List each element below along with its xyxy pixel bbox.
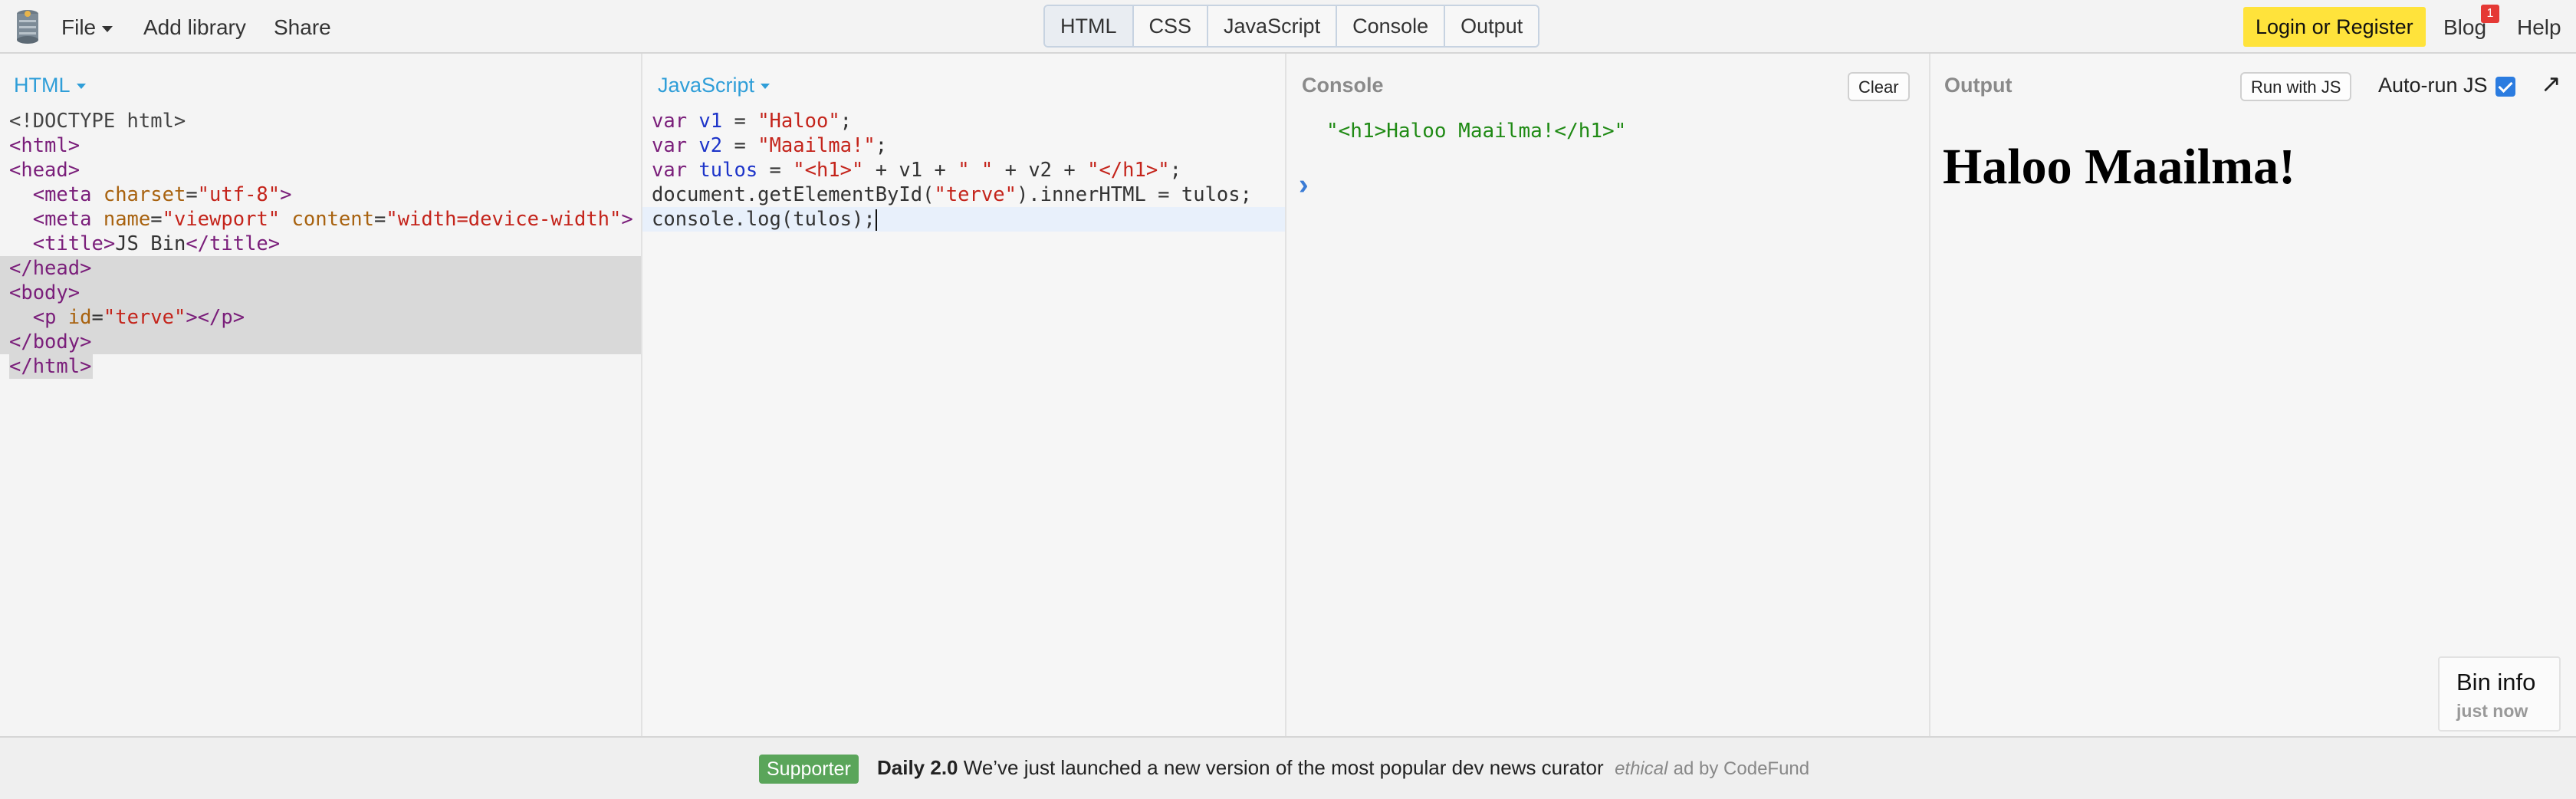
rendered-heading: Haloo Maailma! [1943,139,2296,195]
tab-javascript[interactable]: JavaScript [1208,6,1338,46]
help-link[interactable]: Help [2517,0,2561,54]
code-line: document.getElementById("terve").innerHT… [652,183,1252,206]
top-bar: File Add library Share HTML CSS JavaScri… [0,0,2576,54]
chevron-down-icon [76,84,86,90]
code-line: var v1 = "Haloo"; [652,110,853,133]
share-menu[interactable]: Share [274,0,331,54]
javascript-panel: JavaScript var v1 = "Haloo"; var v2 = "M… [642,54,1286,736]
console-prompt-icon[interactable]: › [1299,169,1309,202]
bin-info-time: just now [2456,701,2528,721]
code-line: </html> [9,354,94,379]
code-line: <title>JS Bin</title> [32,232,281,255]
javascript-code-editor[interactable]: var v1 = "Haloo"; var v2 = "Maailma!"; v… [642,109,1285,232]
autorun-checkbox[interactable] [2495,76,2515,97]
add-library-menu[interactable]: Add library [143,0,246,54]
output-panel-label: Output [1944,74,2013,97]
html-code-editor[interactable]: <!DOCTYPE html> <html> <head> <meta char… [0,109,641,379]
ad-body: We’ve just launched a new version of the… [963,756,1604,779]
chevron-down-icon [761,84,770,90]
code-line: <meta charset="utf-8"> [32,183,292,206]
run-with-js-button[interactable]: Run with JS [2240,72,2352,101]
supporter-badge[interactable]: Supporter [759,755,859,784]
jsbin-logo-icon[interactable] [12,8,43,46]
tab-html[interactable]: HTML [1045,6,1134,46]
code-line: <!DOCTYPE html> [9,110,186,133]
tab-css[interactable]: CSS [1133,6,1209,46]
bin-info-card[interactable]: Bin info just now [2438,656,2561,732]
code-line: <p id="terve"></p> [0,305,641,330]
code-line: </body> [0,330,641,354]
tab-output[interactable]: Output [1445,6,1539,46]
popout-arrow-icon[interactable]: ↗ [2541,69,2561,98]
code-line: <html> [9,134,80,157]
javascript-panel-label: JavaScript [658,74,755,97]
console-panel-label: Console [1302,74,1384,97]
ethical-label: ethical [1615,758,1668,779]
ad-by-label: ad by CodeFund [1673,758,1810,779]
console-panel: Console Clear "<h1>Haloo Maailma!</h1>" … [1286,54,1930,736]
text-cursor [875,209,877,231]
login-register-button[interactable]: Login or Register [2243,7,2426,47]
html-panel: HTML <!DOCTYPE html> <html> <head> <meta… [0,54,642,736]
code-line: <head> [9,159,80,182]
ad-text[interactable]: Daily 2.0 We’ve just launched a new vers… [877,756,1809,780]
code-line: var tulos = "<h1>" + v1 + " " + v2 + "</… [652,159,1181,182]
code-line: <body> [0,281,641,305]
clear-console-button[interactable]: Clear [1848,72,1910,101]
file-menu[interactable]: File [61,0,113,54]
html-panel-label: HTML [14,74,71,97]
blog-notification-badge: 1 [2481,5,2499,23]
code-line: console.log(tulos); [642,207,1285,232]
blog-link[interactable]: Blog [2443,0,2486,54]
html-panel-selector[interactable]: HTML [14,74,86,97]
javascript-panel-selector[interactable]: JavaScript [658,74,770,97]
code-line: </head> [0,256,641,281]
autorun-label: Auto-run JS [2378,74,2488,97]
ad-title: Daily 2.0 [877,756,958,779]
console-log-output: "<h1>Haloo Maailma!</h1>" [1326,120,1627,143]
footer-ad-bar: Supporter Daily 2.0 We’ve just launched … [0,736,2576,799]
chevron-down-icon [102,25,113,32]
file-menu-label: File [61,15,97,39]
output-panel: Output Run with JS Auto-run JS ↗ Haloo M… [1930,54,2576,736]
autorun-toggle[interactable]: Auto-run JS [2378,74,2515,97]
panel-tabs: HTML CSS JavaScript Console Output [1043,5,1540,48]
code-line: var v2 = "Maailma!"; [652,134,888,157]
tab-console[interactable]: Console [1337,6,1446,46]
code-line: <meta name="viewport" content="width=dev… [32,208,633,231]
bin-info-title: Bin info [2456,669,2536,695]
